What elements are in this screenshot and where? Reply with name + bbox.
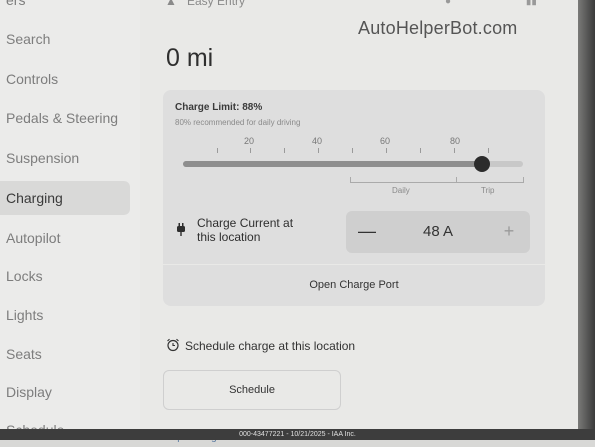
sidebar-item-display[interactable]: Display	[0, 375, 130, 409]
charge-limit-title: Charge Limit: 88%	[175, 102, 263, 113]
scale-tick	[217, 148, 218, 153]
mode-icon: ▲	[165, 0, 177, 8]
charge-limit-handle[interactable]	[474, 156, 490, 172]
scale-label-60: 60	[380, 136, 391, 146]
charge-limit-fill	[183, 161, 482, 167]
alarm-clock-icon	[167, 338, 179, 352]
range-readout: 0 mi	[166, 44, 214, 72]
scale-tick	[352, 148, 353, 153]
watermark: AutoHelperBot.com	[358, 18, 518, 38]
schedule-heading: Schedule charge at this location	[185, 339, 356, 353]
open-charge-port-button[interactable]: Open Charge Port	[163, 265, 545, 306]
signal-icon: ▮▮	[525, 0, 537, 7]
charge-current-label-line1: Charge Current at	[197, 216, 294, 230]
daily-trip-bracket	[350, 177, 524, 183]
schedule-button[interactable]: Schedule	[163, 370, 341, 410]
scale-tick	[318, 148, 319, 153]
mode-label: Easy Entry	[187, 0, 246, 8]
charge-current-value: 48 A	[422, 223, 454, 240]
status-icons: ● ▮▮	[445, 0, 537, 7]
sidebar-item-lights[interactable]: Lights	[0, 298, 130, 332]
scale-label-40: 40	[312, 136, 323, 146]
sidebar-item-seats[interactable]: Seats	[0, 337, 130, 371]
charge-current-label-line2: this location	[197, 230, 261, 244]
daily-label: Daily	[392, 186, 410, 195]
screen-bezel	[578, 0, 595, 440]
sidebar-item-locks[interactable]: Locks	[0, 259, 130, 293]
sidebar-item-suspension[interactable]: Suspension	[0, 141, 130, 175]
scale-label-80: 80	[450, 136, 461, 146]
bell-icon: ●	[445, 0, 452, 7]
plug-icon	[177, 223, 185, 236]
scale-tick	[284, 148, 285, 153]
scale-tick	[488, 148, 489, 153]
scale-tick	[420, 148, 421, 153]
sidebar-item-cut[interactable]: ers	[0, 0, 130, 17]
scale-tick	[454, 148, 455, 153]
sidebar-item-charging[interactable]: Charging	[0, 181, 130, 215]
charge-limit-slider[interactable]	[183, 156, 523, 172]
scale-tick	[250, 148, 251, 153]
decrease-current-button[interactable]: —	[354, 219, 380, 245]
sidebar-item-search[interactable]: Search	[0, 22, 130, 56]
settings-sidebar: ers Search Controls Pedals & Steering Su…	[0, 0, 140, 440]
charge-limit-subtitle: 80% recommended for daily driving	[175, 118, 301, 127]
sidebar-item-pedals-steering[interactable]: Pedals & Steering	[0, 101, 130, 135]
touchscreen: ▲ Easy Entry ● ▮▮ ers Search Controls Pe…	[0, 0, 578, 443]
scale-tick	[386, 148, 387, 153]
trip-label: Trip	[481, 186, 495, 195]
sidebar-item-autopilot[interactable]: Autopilot	[0, 221, 130, 255]
footer-caption: 000-43477221 - 10/21/2025 - IAA Inc.	[0, 429, 595, 440]
sidebar-item-controls[interactable]: Controls	[0, 62, 130, 96]
charge-card: Charge Limit: 88% 80% recommended for da…	[163, 90, 545, 306]
scale-label-20: 20	[244, 136, 255, 146]
charge-current-label: Charge Current at this location	[197, 216, 293, 244]
increase-current-button[interactable]: +	[496, 219, 522, 245]
bracket-divider	[456, 177, 457, 182]
charge-current-stepper: — 48 A +	[346, 211, 530, 253]
